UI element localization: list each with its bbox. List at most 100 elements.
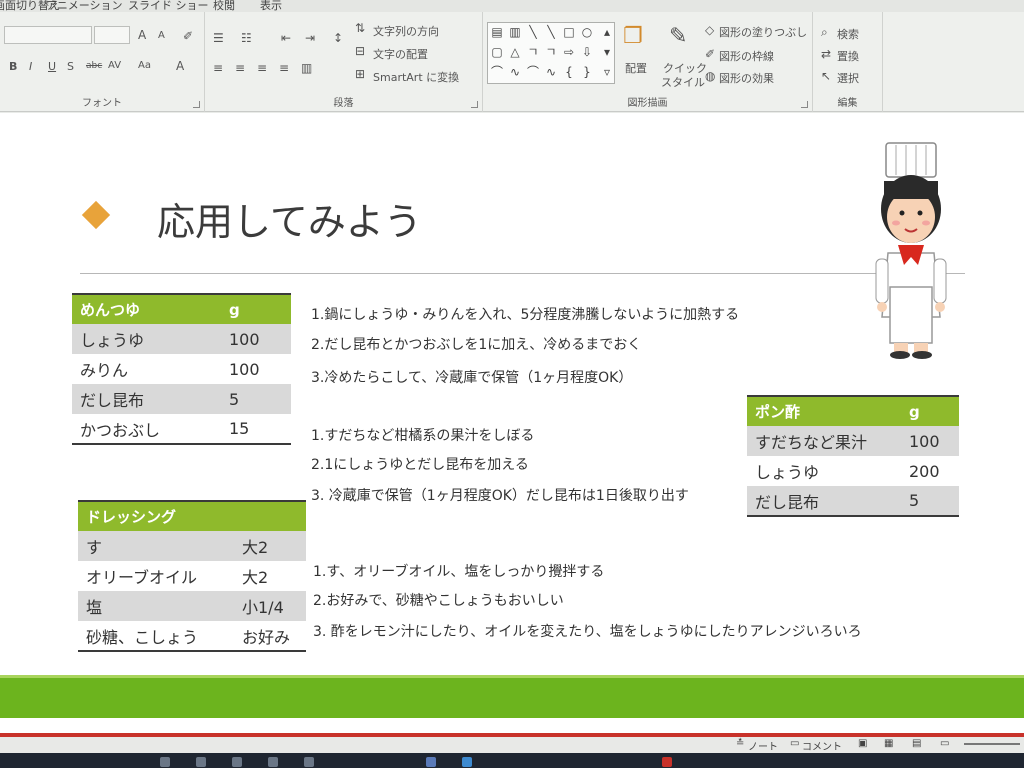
zoom-slider[interactable] [964, 743, 1020, 745]
mentsuyu-step-1[interactable]: 1.鍋にしょうゆ・みりんを入れ、5分程度沸騰しないように加熱する [311, 304, 739, 324]
elbow-connector-icon[interactable]: ㄱ [526, 45, 540, 59]
clear-format-icon[interactable]: ✐ [183, 30, 193, 42]
arrow-down-shape-icon[interactable]: ⇩ [580, 45, 594, 59]
curve-shape-icon[interactable]: ⌒ [526, 65, 540, 79]
strikethrough-button[interactable]: abc [86, 61, 102, 71]
smartart-button[interactable]: SmartArt に変換 [373, 69, 459, 85]
tab-view[interactable]: 表示 [260, 0, 282, 12]
taskbar-app-icon[interactable] [196, 757, 206, 767]
mentsuyu-table[interactable]: めんつゆ g しょうゆ 100 みりん 100 だし昆布 5 かつおぶし 15 [72, 293, 291, 445]
arrow-shape-icon[interactable]: ⇨ [562, 45, 576, 59]
justify-icon[interactable]: ≡ [279, 62, 289, 74]
taskbar-app-icon[interactable] [426, 757, 436, 767]
reading-view-icon[interactable]: ▤ [912, 738, 921, 749]
align-center-icon[interactable]: ≡ [235, 62, 245, 74]
font-dialog-launcher-icon[interactable] [193, 101, 200, 108]
gallery-more-icon[interactable]: ▿ [600, 65, 614, 79]
notes-icon[interactable]: ≛ [736, 738, 744, 749]
shape-outline-button[interactable]: 図形の枠線 [719, 48, 774, 64]
align-right-icon[interactable]: ≡ [257, 62, 267, 74]
slide-canvas[interactable]: 応用してみよう めんつゆ g しょうゆ 100 みりん 100 だし昆布 5 か… [0, 113, 1024, 733]
ponzu-step-1[interactable]: 1.すだちなど柑橘系の果汁をしぼる [311, 425, 534, 445]
brace-right-shape-icon[interactable]: } [580, 65, 594, 79]
freeform-shape-icon[interactable]: ⌒ [490, 65, 504, 79]
comments-button[interactable]: コメント [802, 738, 842, 753]
vertical-textbox-shape-icon[interactable]: ▥ [508, 25, 522, 39]
find-button[interactable]: 検索 [837, 26, 859, 42]
shadow-button[interactable]: S [67, 60, 74, 73]
taskbar-app-icon[interactable] [304, 757, 314, 767]
find-icon[interactable]: ⌕ [821, 26, 828, 38]
textbox-shape-icon[interactable]: ▤ [490, 25, 504, 39]
gallery-up-icon[interactable]: ▴ [600, 25, 614, 39]
numbering-icon[interactable]: ☷ [241, 32, 252, 44]
change-case-button[interactable]: Aa [138, 60, 151, 71]
replace-icon[interactable]: ⇄ [821, 48, 831, 60]
smartart-icon[interactable]: ⊞ [355, 68, 365, 80]
line-spacing-icon[interactable]: ↕ [333, 32, 343, 44]
shape-effects-button[interactable]: 図形の効果 [719, 70, 774, 86]
font-name-box[interactable] [4, 26, 92, 44]
curve-shape-icon-2[interactable]: ∿ [544, 65, 558, 79]
ponzu-step-3[interactable]: 3. 冷蔵庫で保管（1ヶ月程度OK）だし昆布は1日後取り出す [311, 485, 689, 505]
text-direction-button[interactable]: 文字列の方向 [373, 23, 439, 39]
font-color-button[interactable]: A [176, 59, 184, 73]
ponzu-table[interactable]: ポン酢 g すだちなど果汁 100 しょうゆ 200 だし昆布 5 [747, 395, 959, 517]
align-text-button[interactable]: 文字の配置 [373, 46, 428, 62]
mentsuyu-step-2[interactable]: 2.だし昆布とかつおぶしを1に加え、冷めるまでおく [311, 334, 641, 354]
arrange-button[interactable]: 配置 [625, 60, 647, 76]
slide-title[interactable]: 応用してみよう [157, 191, 422, 246]
ponzu-step-2[interactable]: 2.1にしょうゆとだし昆布を加える [311, 454, 529, 474]
align-text-icon[interactable]: ⊟ [355, 45, 365, 57]
slideshow-view-icon[interactable]: ▭ [940, 738, 949, 749]
bold-button[interactable]: B [9, 60, 17, 73]
grow-font-button[interactable]: A [138, 28, 146, 42]
replace-button[interactable]: 置換 [837, 48, 859, 64]
line-shape-icon-2[interactable]: ╲ [544, 25, 558, 39]
taskbar-app-icon[interactable] [462, 757, 472, 767]
chef-illustration[interactable] [860, 141, 960, 361]
elbow-connector-icon-2[interactable]: ㄱ [544, 45, 558, 59]
tab-animations[interactable]: アニメーション [46, 0, 123, 12]
dressing-step-3[interactable]: 3. 酢をレモン汁にしたり、オイルを変えたり、塩をしょうゆにしたりアレンジいろい… [313, 621, 862, 641]
scribble-shape-icon[interactable]: ∿ [508, 65, 522, 79]
taskbar-app-icon[interactable] [160, 757, 170, 767]
rectangle-shape-icon[interactable]: □ [562, 25, 576, 39]
shape-fill-icon[interactable]: ◇ [705, 24, 714, 36]
select-icon[interactable]: ↖ [821, 70, 831, 82]
char-spacing-button[interactable]: AV [108, 60, 121, 71]
rounded-rect-shape-icon[interactable]: ▢ [490, 45, 504, 59]
slide-sorter-icon[interactable]: ▦ [884, 738, 893, 749]
font-size-box[interactable] [94, 26, 130, 44]
dressing-step-1[interactable]: 1.す、オリーブオイル、塩をしっかり攪拌する [313, 561, 604, 581]
notes-button[interactable]: ノート [748, 738, 778, 753]
brace-left-shape-icon[interactable]: { [562, 65, 576, 79]
text-direction-icon[interactable]: ⇅ [355, 22, 365, 34]
mentsuyu-step-3[interactable]: 3.冷めたらこして、冷蔵庫で保管（1ヶ月程度OK） [311, 367, 632, 387]
quick-style-icon[interactable]: ✎ [669, 26, 687, 48]
shapes-gallery[interactable]: ▤ ▥ ╲ ╲ □ ○ ▢ △ ㄱ ㄱ ⇨ ⇩ ⌒ ∿ ⌒ ∿ { } ▴ ▾ [487, 22, 615, 84]
dressing-step-2[interactable]: 2.お好みで、砂糖やこしょうもおいしい [313, 590, 564, 610]
shape-outline-icon[interactable]: ✐ [705, 48, 715, 60]
gallery-down-icon[interactable]: ▾ [600, 45, 614, 59]
tab-slideshow[interactable]: スライド ショー [128, 0, 209, 12]
select-button[interactable]: 選択 [837, 70, 859, 86]
increase-indent-icon[interactable]: ⇥ [305, 32, 315, 44]
shape-fill-button[interactable]: 図形の塗りつぶし [719, 24, 807, 40]
quick-style-line2[interactable]: スタイル [661, 74, 705, 90]
taskbar-app-icon[interactable] [232, 757, 242, 767]
shrink-font-button[interactable]: A [158, 30, 165, 41]
line-shape-icon[interactable]: ╲ [526, 25, 540, 39]
arrange-icon[interactable]: ❐ [623, 26, 643, 48]
taskbar-powerpoint-icon[interactable] [662, 757, 672, 767]
normal-view-icon[interactable]: ▣ [858, 738, 867, 749]
drawing-dialog-launcher-icon[interactable] [801, 101, 808, 108]
oval-shape-icon[interactable]: ○ [580, 25, 594, 39]
underline-button[interactable]: U [48, 60, 56, 73]
bullets-icon[interactable]: ☰ [213, 32, 224, 44]
shape-effects-icon[interactable]: ◍ [705, 70, 715, 82]
comments-icon[interactable]: ▭ [790, 738, 799, 749]
triangle-shape-icon[interactable]: △ [508, 45, 522, 59]
italic-button[interactable]: I [29, 60, 32, 73]
columns-icon[interactable]: ▥ [301, 62, 312, 74]
